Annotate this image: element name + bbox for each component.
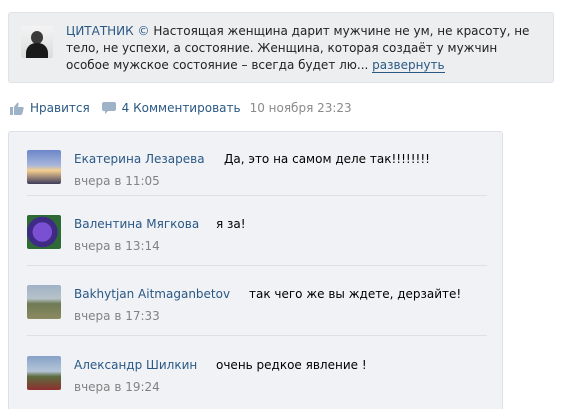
commenter-avatar[interactable] bbox=[27, 215, 61, 249]
comment-divider bbox=[27, 195, 487, 196]
post-source-link[interactable]: ЦИТАТНИК © bbox=[66, 24, 150, 38]
like-label: Нравится bbox=[30, 101, 90, 115]
avatar-body-shape bbox=[26, 43, 48, 58]
post-date[interactable]: 10 ноября 23:23 bbox=[250, 101, 352, 115]
comment-time[interactable]: вчера в 19:24 bbox=[74, 380, 160, 394]
thumbs-up-icon bbox=[10, 102, 24, 115]
comment-time[interactable]: вчера в 11:05 bbox=[74, 174, 160, 188]
comment-text: Да, это на самом деле так!!!!!!!! bbox=[224, 152, 430, 166]
post-text: ЦИТАТНИК © Настоящая женщина дарит мужчи… bbox=[66, 23, 544, 74]
comment-author[interactable]: Екатерина Лезарева bbox=[74, 152, 205, 166]
comment-author[interactable]: Валентина Мягкова bbox=[74, 217, 199, 231]
comment-label: 4 Комментировать bbox=[121, 101, 241, 115]
comment-button[interactable]: 4 Комментировать bbox=[90, 101, 241, 115]
comment-text: я за! bbox=[216, 217, 246, 231]
quoted-post-card: ЦИТАТНИК © Настоящая женщина дарит мужчи… bbox=[8, 12, 554, 83]
source-avatar[interactable] bbox=[21, 26, 53, 58]
comment-text: очень редкое явление ! bbox=[216, 358, 367, 372]
comment-divider bbox=[27, 265, 487, 266]
comment-author[interactable]: Александр Шилкин bbox=[74, 358, 197, 372]
comment-time[interactable]: вчера в 13:14 bbox=[74, 239, 160, 253]
like-button[interactable]: Нравится bbox=[10, 101, 90, 115]
comments-panel: Екатерина Лезарева Да, это на самом деле… bbox=[8, 131, 503, 409]
commenter-avatar[interactable] bbox=[27, 285, 61, 319]
comment-text: так чего же вы ждете, дерзайте! bbox=[249, 287, 462, 301]
wall-post: ЦИТАТНИК © Настоящая женщина дарит мужчи… bbox=[0, 0, 569, 409]
comment-time[interactable]: вчера в 17:33 bbox=[74, 309, 160, 323]
comment-divider bbox=[27, 335, 487, 336]
comment-bubble-icon bbox=[101, 102, 116, 114]
comment-author[interactable]: Bakhytjan Aitmaganbetov bbox=[74, 287, 230, 301]
post-actions: Нравится 4 Комментировать 10 ноября 23:2… bbox=[10, 100, 352, 116]
commenter-avatar[interactable] bbox=[27, 150, 61, 184]
commenter-avatar[interactable] bbox=[27, 356, 61, 390]
expand-link[interactable]: развернуть bbox=[372, 58, 445, 73]
